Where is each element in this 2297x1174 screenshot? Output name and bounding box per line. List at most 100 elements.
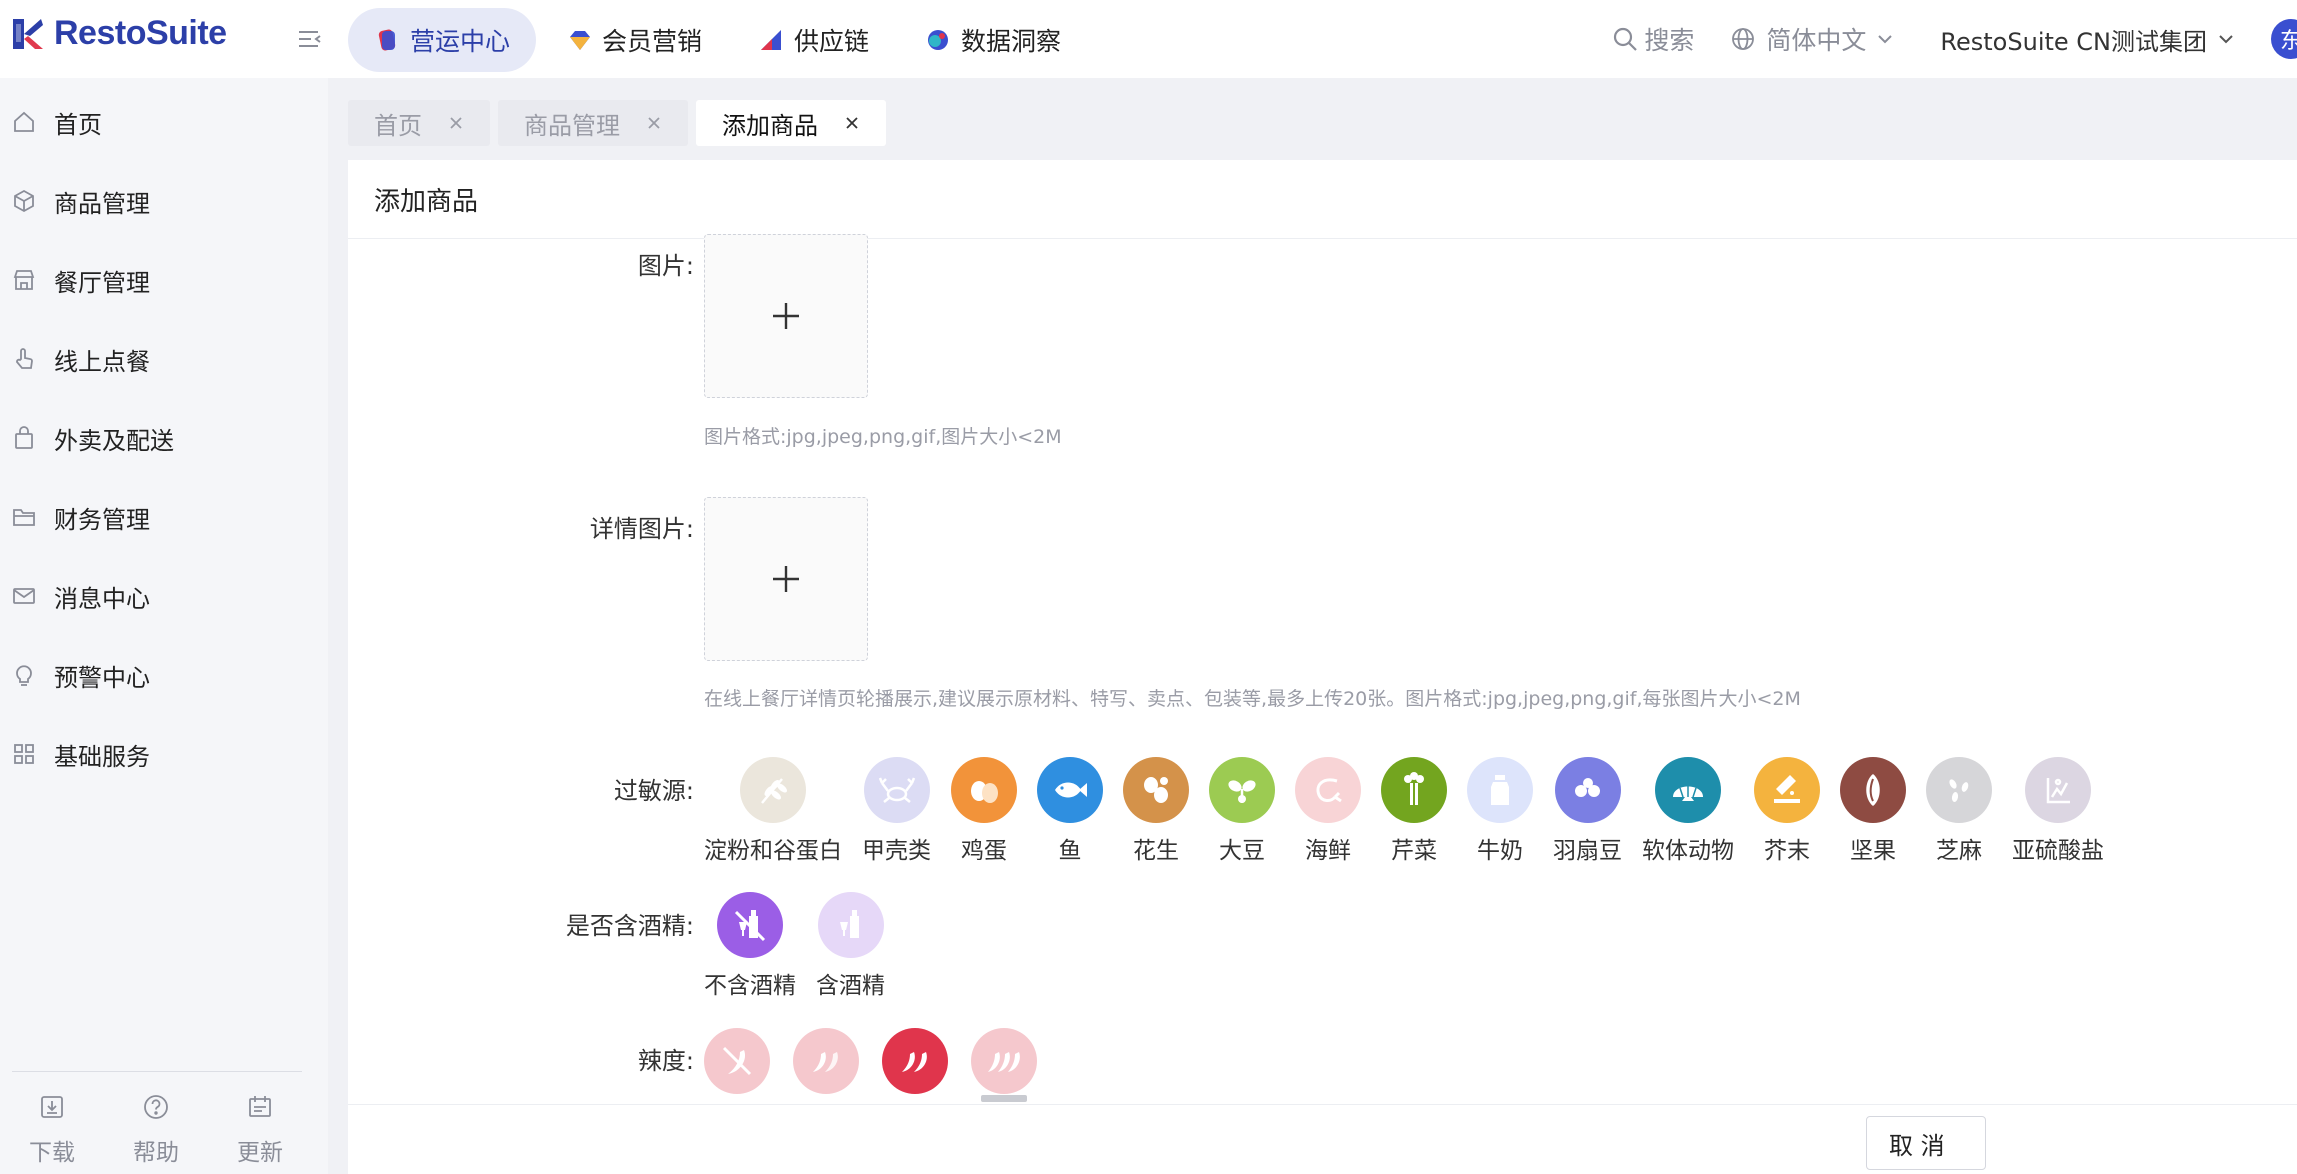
collapse-menu-icon[interactable] — [296, 25, 324, 53]
detail-image-upload[interactable] — [704, 497, 868, 661]
spicy-level-medium[interactable] — [882, 1028, 948, 1094]
allergen-icon — [1295, 757, 1361, 823]
sidebar-item-home[interactable]: 首页 — [0, 92, 328, 152]
bag-icon — [15, 426, 33, 449]
allergen-icon — [1123, 757, 1189, 823]
allergen-fish[interactable]: 鱼 — [1037, 757, 1103, 865]
alcohol-option-contains[interactable]: 含酒精 — [816, 892, 885, 1000]
module-label: 会员营销 — [602, 27, 703, 56]
sidebar-item-label: 财务管理 — [54, 505, 150, 534]
brand-name: RestoSuite — [54, 14, 227, 52]
allergen-soybean[interactable]: 大豆 — [1209, 757, 1275, 865]
peanut-icon — [1144, 777, 1168, 803]
allergen-gluten[interactable]: 淀粉和谷蛋白 — [704, 757, 842, 865]
download-label: 下载 — [29, 1140, 75, 1166]
allergen-lupin[interactable]: 羽扇豆 — [1553, 757, 1622, 865]
sidebar-item-basic-services[interactable]: 基础服务 — [0, 724, 328, 784]
no-alcohol-icon — [734, 910, 766, 942]
sidebar-item-label: 外卖及配送 — [54, 426, 174, 455]
sidebar-item-label: 首页 — [54, 110, 102, 139]
allergen-crustaceans[interactable]: 甲壳类 — [862, 757, 931, 865]
alcohol-icon-wrap — [717, 892, 783, 958]
allergen-name: 芹菜 — [1391, 838, 1437, 864]
allergen-icon — [1554, 757, 1621, 823]
page-title: 添加商品 — [348, 160, 2297, 239]
insights-icon — [928, 30, 949, 50]
download-button[interactable]: 下载 — [0, 1093, 104, 1167]
allergen-seafood[interactable]: 海鲜 — [1295, 757, 1361, 865]
module-operations[interactable]: 营运中心 — [348, 8, 537, 72]
organization-selector[interactable]: RestoSuite CN测试集团 — [1940, 22, 2235, 57]
sidebar-item-label: 商品管理 — [54, 189, 150, 218]
search-icon — [1614, 27, 1638, 51]
cancel-button[interactable]: 取 消 — [1866, 1116, 1986, 1170]
grid-icon — [14, 744, 34, 764]
allergen-milk[interactable]: 牛奶 — [1467, 757, 1533, 865]
avatar[interactable]: 东 — [2271, 19, 2297, 59]
allergen-name: 花生 — [1133, 838, 1179, 864]
tab-add-product[interactable]: 添加商品 — [696, 100, 886, 146]
allergen-sulphites[interactable]: 亚硫酸盐 — [2012, 757, 2104, 865]
module-supply-chain[interactable]: 供应链 — [732, 8, 895, 72]
allergen-name: 亚硫酸盐 — [2012, 838, 2104, 864]
image-hint: 图片格式:jpg,jpeg,png,gif,图片大小<2M — [704, 426, 1062, 448]
sidebar-item-products[interactable]: 商品管理 — [0, 171, 328, 231]
spicy-level-none[interactable] — [704, 1028, 770, 1094]
spicy-level-hot[interactable] — [971, 1028, 1037, 1094]
allergen-celery[interactable]: 芹菜 — [1381, 757, 1447, 865]
allergen-peanut[interactable]: 花生 — [1123, 757, 1189, 865]
globe-icon — [1732, 28, 1755, 50]
soybean-icon — [1228, 780, 1256, 803]
spicy-level-mild[interactable] — [793, 1028, 859, 1094]
allergen-egg[interactable]: 鸡蛋 — [951, 757, 1017, 865]
top-right-tools: 搜索 简体中文 RestoSuite CN测试集团 东 — [1612, 0, 2297, 78]
mustard-icon — [1774, 775, 1800, 803]
language-selector[interactable]: 简体中文 — [1730, 21, 1894, 57]
sidebar-item-label: 餐厅管理 — [54, 268, 150, 297]
search-button[interactable]: 搜索 — [1612, 21, 1694, 57]
allergen-name: 坚果 — [1850, 838, 1896, 864]
sidebar-item-delivery[interactable]: 外卖及配送 — [0, 408, 328, 468]
sidebar-item-online-ordering[interactable]: 线上点餐 — [0, 329, 328, 389]
spicy-label: 辣度: — [637, 1047, 694, 1075]
scrollbar-thumb[interactable] — [981, 1095, 1027, 1102]
sidebar-item-finance[interactable]: 财务管理 — [0, 487, 328, 547]
alcohol-icon-wrap — [817, 892, 884, 958]
update-icon — [249, 1096, 271, 1117]
allergen-name: 牛奶 — [1477, 838, 1523, 864]
allergen-icon — [1926, 757, 1992, 823]
sidebar-item-restaurants[interactable]: 餐厅管理 — [0, 250, 328, 310]
alcohol-options: 不含酒精 含酒精 — [704, 892, 885, 1000]
sidebar-item-label: 线上点餐 — [54, 347, 150, 376]
alcohol-option-none[interactable]: 不含酒精 — [704, 892, 796, 1000]
allergen-icon — [1381, 757, 1447, 823]
help-label: 帮助 — [133, 1140, 179, 1166]
allergen-molluscs[interactable]: 软体动物 — [1642, 757, 1734, 865]
tab-home[interactable]: 首页 — [348, 100, 490, 146]
allergen-tree-nuts[interactable]: 坚果 — [1840, 757, 1906, 865]
spicy-icon-wrap — [971, 1028, 1037, 1094]
close-icon[interactable] — [844, 115, 860, 131]
module-marketing[interactable]: 会员营销 — [540, 8, 728, 72]
sidebar-item-alerts[interactable]: 预警中心 — [0, 645, 328, 705]
mild-spicy-icon — [813, 1052, 838, 1072]
close-icon[interactable] — [448, 115, 464, 131]
hand-pointer-icon — [16, 348, 33, 369]
sidebar-footer: 下载 帮助 更新 — [0, 1093, 328, 1167]
allergen-sesame[interactable]: 芝麻 — [1926, 757, 1992, 865]
allergen-mustard[interactable]: 芥末 — [1754, 757, 1820, 865]
milk-icon — [1491, 775, 1509, 805]
tab-product-management[interactable]: 商品管理 — [498, 100, 688, 146]
update-button[interactable]: 更新 — [208, 1093, 312, 1167]
sidebar-item-messages[interactable]: 消息中心 — [0, 566, 328, 626]
help-button[interactable]: 帮助 — [104, 1093, 208, 1167]
module-insights[interactable]: 数据洞察 — [899, 8, 1087, 72]
module-label: 数据洞察 — [961, 27, 1062, 56]
close-icon[interactable] — [646, 115, 662, 131]
bulb-icon — [16, 665, 32, 686]
spicy-options — [704, 1028, 1037, 1094]
image-upload[interactable] — [704, 234, 868, 398]
egg-icon — [971, 781, 998, 803]
allergen-name: 软体动物 — [1642, 838, 1734, 864]
brand[interactable]: RestoSuite — [10, 14, 227, 53]
